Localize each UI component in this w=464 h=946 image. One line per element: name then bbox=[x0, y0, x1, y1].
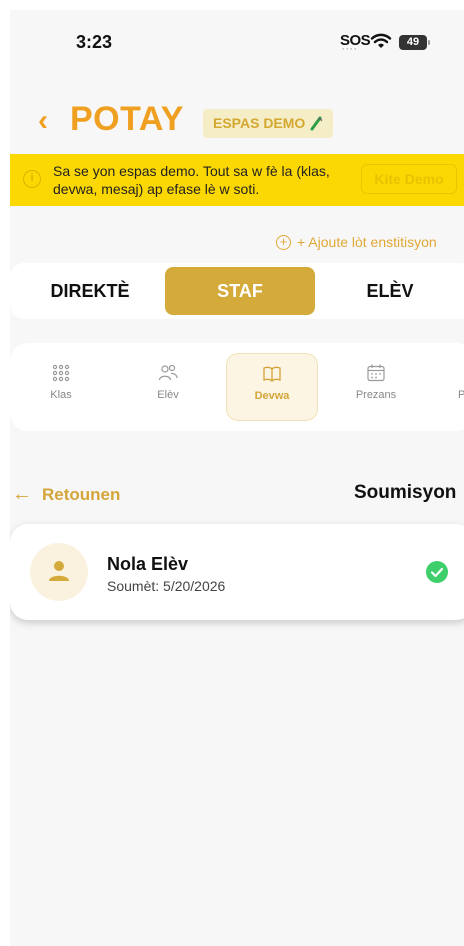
role-selector: DIREKTÈ STAF ELÈV bbox=[10, 263, 464, 319]
app-header: ‹ POTAY ESPAS DEMO bbox=[10, 98, 464, 148]
submitted-date: Soumèt: 5/20/2026 bbox=[107, 578, 226, 594]
demo-banner-message: Sa se yon espas demo. Tout sa w fè la (k… bbox=[53, 163, 330, 197]
sos-indicator: SOS bbox=[340, 32, 371, 54]
plus-circle-icon: + bbox=[276, 234, 291, 250]
role-elev[interactable]: ELÈV bbox=[320, 267, 460, 315]
tab-prezans[interactable]: Prezans bbox=[330, 353, 422, 421]
app-screen: 3:23 SOS 49 ‹ POTAY ESPAS DEMO i Sa se y… bbox=[10, 10, 464, 946]
tab-devwa[interactable]: Devwa bbox=[226, 353, 318, 421]
student-name: Nola Elèv bbox=[107, 554, 189, 574]
tab-partial[interactable]: P bbox=[430, 353, 464, 421]
grid-icon bbox=[52, 364, 70, 382]
add-institution-link[interactable]: + + Ajoute lòt enstitisyon bbox=[276, 234, 437, 250]
role-staf[interactable]: STAF bbox=[165, 267, 315, 315]
check-circle-icon bbox=[426, 561, 448, 583]
avatar bbox=[30, 543, 88, 601]
tab-label: Prezans bbox=[355, 389, 397, 401]
arrow-left-icon: ← bbox=[12, 483, 32, 505]
app-title: POTAY bbox=[70, 100, 184, 138]
calendar-icon bbox=[367, 364, 385, 382]
status-time: 3:23 bbox=[76, 32, 113, 52]
tab-label: P bbox=[458, 389, 464, 401]
tab-label: Elèv bbox=[157, 389, 179, 401]
battery-tip bbox=[428, 40, 430, 45]
demo-badge-label: ESPAS DEMO bbox=[213, 115, 306, 131]
section-title: Soumisyon bbox=[354, 482, 457, 503]
test-tube-icon bbox=[310, 116, 323, 130]
back-label: Retounen bbox=[42, 484, 121, 504]
back-button[interactable]: ← Retounen bbox=[12, 483, 120, 506]
wifi-icon bbox=[370, 33, 392, 48]
tab-klas[interactable]: Klas bbox=[15, 353, 107, 421]
user-icon bbox=[49, 561, 69, 581]
tab-label: Klas bbox=[50, 389, 72, 401]
submission-card[interactable]: Nola Elèv Soumèt: 5/20/2026 bbox=[10, 524, 464, 620]
book-icon bbox=[263, 366, 281, 382]
demo-badge: ESPAS DEMO bbox=[203, 109, 334, 138]
role-direkte[interactable]: DIREKTÈ bbox=[20, 267, 160, 315]
tab-label: Devwa bbox=[254, 390, 290, 402]
chevron-left-icon[interactable]: ‹ bbox=[38, 104, 48, 138]
demo-banner: i Sa se yon espas demo. Tout sa w fè la … bbox=[10, 154, 464, 206]
add-institution-label: + Ajoute lòt enstitisyon bbox=[297, 234, 437, 250]
info-icon: i bbox=[23, 170, 41, 188]
battery-icon: 49 bbox=[399, 35, 427, 50]
section-tabs: Klas Elèv Devwa Prezans P bbox=[10, 343, 464, 431]
tab-elev[interactable]: Elèv bbox=[122, 353, 214, 421]
users-icon bbox=[158, 364, 178, 381]
status-bar: 3:23 SOS 49 bbox=[10, 10, 464, 70]
leave-demo-button[interactable]: Kite Demo bbox=[361, 164, 457, 194]
